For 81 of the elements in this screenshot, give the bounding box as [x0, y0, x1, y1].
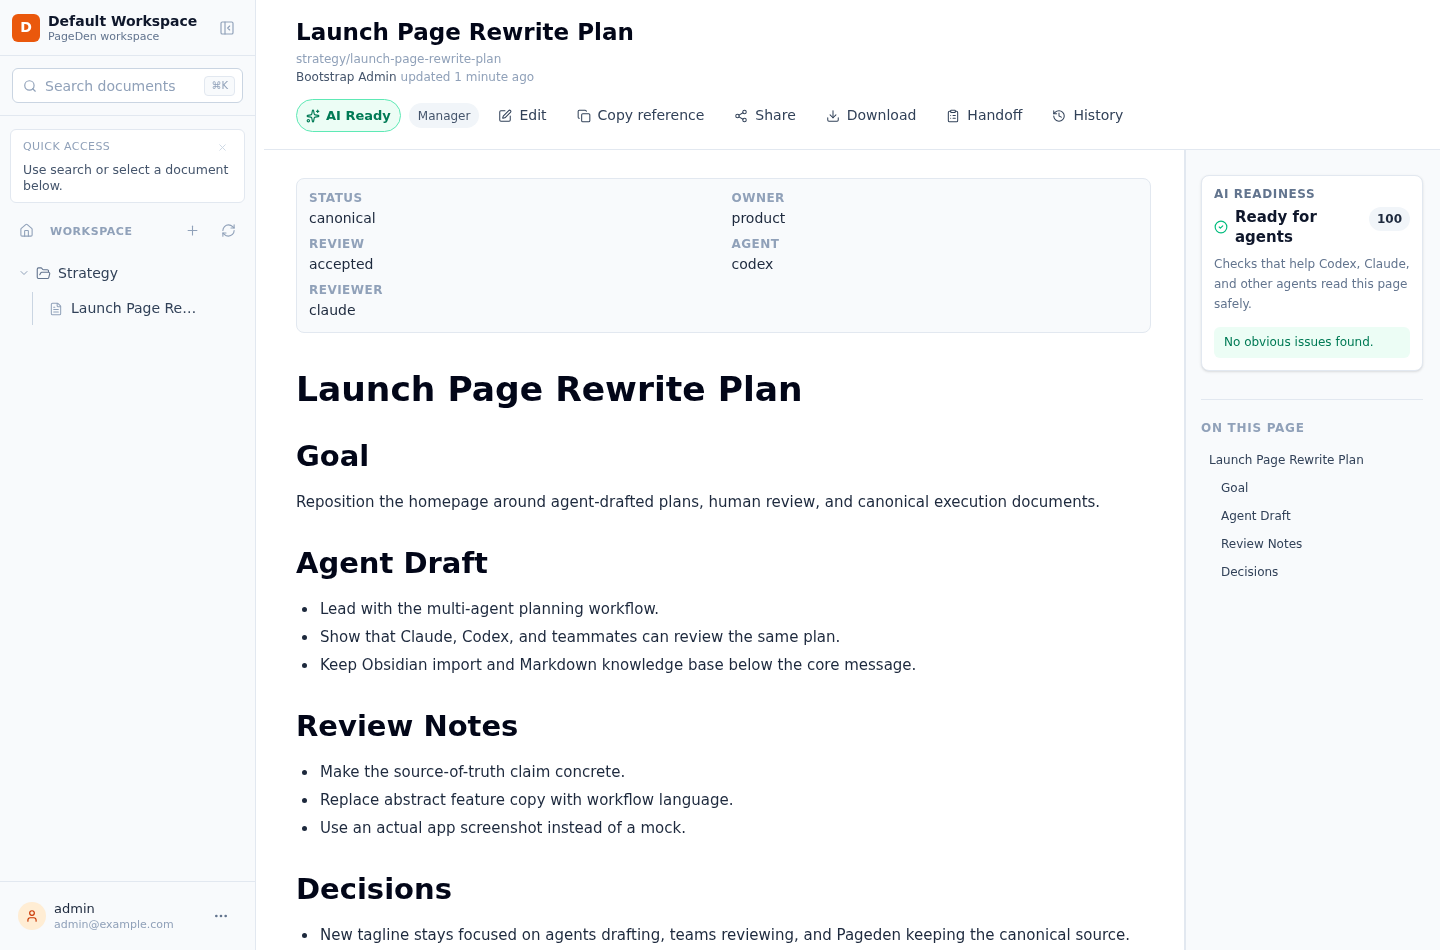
- meta-label: REVIEW: [309, 236, 365, 252]
- meta-value: product: [731, 209, 786, 228]
- card-title: AI READINESS: [1214, 186, 1316, 202]
- list-item-text: Make the source-of-truth claim concrete.: [320, 762, 626, 783]
- list-item-text: Use an actual app screenshot instead of a mock.: [320, 818, 686, 839]
- bullet-icon: [302, 798, 307, 803]
- meta-label: OWNER: [731, 190, 785, 206]
- workspace-name: Default Workspace: [48, 11, 198, 30]
- list-item-text: Show that Claude, Codex, and teammates can review the same plan.: [320, 627, 841, 648]
- quick-access-title: QUICK ACCESS: [23, 139, 111, 155]
- page-title: Launch Page Rewrite Plan: [296, 18, 634, 47]
- readiness-description: Checks that help Codex, Claude, and other agents read this page safely.: [1214, 256, 1410, 313]
- role-badge: Manager: [408, 103, 480, 128]
- toolbar-button[interactable]: Download: [814, 99, 928, 132]
- meta-value: codex: [731, 255, 774, 274]
- edit-icon: [498, 108, 513, 123]
- meta-label: REVIEWER: [309, 282, 383, 298]
- section-heading: Decisions: [296, 871, 453, 907]
- meta-value: claude: [309, 301, 356, 320]
- score-badge: 100: [1368, 207, 1410, 231]
- add-icon[interactable]: [185, 222, 200, 238]
- toc-title: ON THIS PAGE: [1201, 420, 1305, 437]
- section-heading: Agent Draft: [296, 545, 489, 581]
- bullet-icon: [302, 826, 307, 831]
- workspace-subtitle: PageDen workspace: [48, 29, 160, 44]
- folder-item[interactable]: Strategy: [12, 257, 243, 289]
- toolbar-button[interactable]: History: [1041, 99, 1135, 132]
- document-icon: [49, 301, 63, 316]
- close-icon[interactable]: [217, 141, 228, 153]
- document-path: strategy/launch-page-rewrite-plan: [296, 51, 502, 67]
- ai-ready-button[interactable]: AI Ready: [296, 99, 401, 132]
- paragraph-text: Reposition the homepage around agent-drafted plans, human review, and canonical execution documents.: [296, 492, 1102, 513]
- check-circle-icon: [1214, 220, 1228, 234]
- toolbar-button[interactable]: Share: [723, 99, 807, 132]
- readiness-result: No obvious issues found.: [1214, 327, 1410, 358]
- readiness-status: Ready for agents: [1235, 207, 1318, 247]
- bullet-icon: [302, 663, 307, 668]
- meta-value: canonical: [309, 209, 376, 228]
- user-avatar-icon: [18, 902, 46, 930]
- sidebar-collapse-icon[interactable]: [219, 19, 235, 36]
- toolbar-button[interactable]: Copy reference: [565, 99, 716, 132]
- user-email: admin@example.com: [54, 916, 174, 932]
- toc-link[interactable]: Launch Page Rewrite Plan: [1209, 446, 1364, 474]
- section-label: WORKSPACE: [50, 225, 133, 238]
- search-icon: [23, 78, 37, 93]
- copy-icon: [576, 108, 591, 123]
- list-item-text: Replace abstract feature copy with workflow language.: [320, 790, 734, 811]
- list-item-text: Lead with the multi-agent planning workflow.: [320, 599, 660, 620]
- history-icon: [1052, 108, 1067, 123]
- document-item[interactable]: Launch Page Re…: [33, 292, 243, 325]
- meta-label: AGENT: [731, 236, 780, 252]
- home-icon[interactable]: [19, 222, 34, 238]
- section-heading: Goal: [296, 438, 371, 474]
- toc-link[interactable]: Decisions: [1221, 558, 1279, 586]
- workspace-logo: D: [12, 13, 40, 42]
- folder-icon: [36, 265, 51, 281]
- bullet-icon: [302, 607, 307, 612]
- toolbar-button[interactable]: Edit: [487, 99, 558, 132]
- quick-access-text: Use search or select a document below.: [23, 162, 230, 194]
- document-heading: Launch Page Rewrite Plan: [296, 369, 804, 409]
- shortcut-hint: ⌘K: [204, 75, 235, 96]
- update-time: updated 1 minute ago: [400, 69, 535, 85]
- toolbar-button[interactable]: Handoff: [935, 99, 1034, 132]
- author-name: Bootstrap Admin: [296, 69, 397, 85]
- share-icon: [734, 108, 749, 123]
- bullet-icon: [302, 770, 307, 775]
- clipboard-icon: [946, 108, 961, 123]
- toc-link[interactable]: Review Notes: [1221, 530, 1303, 558]
- bullet-icon: [302, 933, 307, 938]
- meta-label: STATUS: [309, 190, 363, 206]
- list-item-text: Keep Obsidian import and Markdown knowledge base below the core message.: [320, 655, 917, 676]
- section-heading: Review Notes: [296, 708, 520, 744]
- bullet-icon: [302, 635, 307, 640]
- user-name: admin: [54, 900, 95, 917]
- toc-link[interactable]: Agent Draft: [1221, 502, 1291, 530]
- refresh-icon[interactable]: [221, 222, 236, 238]
- meta-value: accepted: [309, 255, 374, 274]
- sparkles-icon: [306, 108, 320, 123]
- toc-link[interactable]: Goal: [1221, 474, 1249, 502]
- list-item-text: New tagline stays focused on agents drafting, teams reviewing, and Pageden keeping the canonical source.: [320, 925, 1131, 946]
- download-icon: [825, 108, 840, 123]
